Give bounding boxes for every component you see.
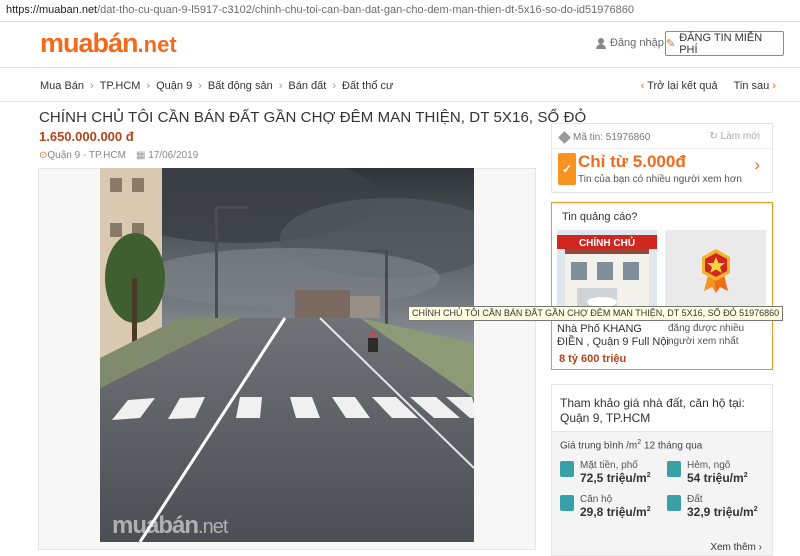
breadcrumb-item[interactable]: Bất động sản xyxy=(208,80,273,92)
breadcrumb-item[interactable]: Đất thổ cư xyxy=(342,80,393,92)
refresh-link[interactable]: ↻ Làm mới xyxy=(709,131,760,142)
chevron-right-icon: › xyxy=(278,80,283,92)
chevron-right-icon: › xyxy=(769,80,776,92)
chevron-right-icon: › xyxy=(90,80,94,92)
title-tooltip: CHÍNH CHỦ TÔI CẦN BÁN ĐẤT GẦN CHỢ ĐÊM MA… xyxy=(408,306,784,321)
apartment-icon xyxy=(560,495,574,511)
breadcrumb-item[interactable]: TP.HCM xyxy=(100,80,141,92)
avg-price-label: Giá trung bình /m2 12 tháng qua xyxy=(560,439,703,452)
price-ref-heading: Tham khảo giá nhà đất, căn hộ tại: xyxy=(560,396,745,410)
promo-price[interactable]: Chỉ từ 5.000đ xyxy=(578,152,686,172)
stat-alley[interactable]: Hẻm, ngõ 54 triệu/m2 xyxy=(667,460,767,488)
price-ref-place: Quận 9, TP.HCM xyxy=(560,411,651,425)
login-link[interactable]: Đăng nhập xyxy=(596,37,664,49)
chevron-right-icon: › xyxy=(198,80,202,92)
chevron-right-icon: › xyxy=(755,542,762,553)
refresh-icon: ↻ xyxy=(709,131,721,142)
divider xyxy=(552,148,772,149)
breadcrumb: Mua Bán › TP.HCM › Quận 9 › Bất động sản › B… xyxy=(0,69,800,102)
shop-icon xyxy=(560,461,574,477)
ads-box: Tin quảng cáo? CHÍNH CHỦ Nhà Phố KHANG Đ… xyxy=(551,202,773,370)
ad-image-medal[interactable] xyxy=(665,230,766,310)
promo-subtitle: Tin của bạn có nhiều người xem hơn xyxy=(578,174,742,185)
logo-suffix: .net xyxy=(137,32,177,57)
price-stats-panel: Giá trung bình /m2 12 tháng qua Mặt tiền… xyxy=(552,431,772,555)
breadcrumb-item[interactable]: Quận 9 xyxy=(156,80,192,92)
bookmark-icon: ✓ xyxy=(558,153,576,185)
post-button-label: ĐĂNG TIN MIỄN PHÍ xyxy=(679,31,763,56)
address-bar[interactable]: https://muaban.net/dat-tho-cu-quan-9-l59… xyxy=(0,0,800,22)
breadcrumb-item[interactable]: Bán đất xyxy=(288,80,326,92)
login-label: Đăng nhập xyxy=(610,37,664,49)
listing-id: Mã tin: 51976860 xyxy=(558,131,650,144)
ad1-title-line1[interactable]: Nhà Phố KHANG xyxy=(557,323,642,335)
ad1-title-line2[interactable]: ĐIỀN , Quận 9 Full Nội xyxy=(557,336,669,348)
tag-icon xyxy=(558,131,571,144)
listing-location: ⊙Quận 9 - TP.HCM xyxy=(39,150,126,161)
stat-apartment[interactable]: Căn hộ 29,8 triệu/m2 xyxy=(560,494,660,522)
next-label: Tin sau xyxy=(733,80,770,92)
listing-photo[interactable] xyxy=(100,168,474,542)
next-listing-link[interactable]: Tin sau › xyxy=(734,80,776,92)
listing-date: ▦ 17/06/2019 xyxy=(135,150,199,161)
pencil-icon: ✎ xyxy=(666,38,676,50)
ad2-text-line1[interactable]: đăng được nhiều xyxy=(668,323,744,334)
back-to-results-link[interactable]: ‹ Trở lại kết quả xyxy=(641,80,718,92)
chevron-right-icon[interactable]: › xyxy=(754,155,760,175)
logo-main: muabán xyxy=(40,28,139,58)
price-reference-box: Tham khảo giá nhà đất, căn hộ tại: Quận … xyxy=(551,384,773,556)
photo-watermark: muabán.net xyxy=(112,512,228,539)
medal-icon xyxy=(701,249,730,293)
back-label: Trở lại kết quả xyxy=(647,80,718,92)
ads-heading: Tin quảng cáo? xyxy=(562,211,638,223)
user-icon xyxy=(596,37,606,49)
land-icon xyxy=(667,495,681,511)
listing-meta: ⊙Quận 9 - TP.HCM ▦ 17/06/2019 xyxy=(39,150,198,161)
listing-title: CHÍNH CHỦ TÔI CẦN BÁN ĐẤT GẦN CHỢ ĐÊM MA… xyxy=(39,109,587,126)
see-more-link[interactable]: Xem thêm › xyxy=(710,542,762,553)
stat-street-front[interactable]: Mặt tiền, phố 72,5 triệu/m2 xyxy=(560,460,660,488)
url-path: /dat-tho-cu-quan-9-l5917-c3102/chinh-chu… xyxy=(97,4,634,16)
listing-id-box: Mã tin: 51976860 ↻ Làm mới ✓ Chỉ từ 5.00… xyxy=(551,123,773,193)
calendar-icon: ▦ xyxy=(135,150,149,161)
ad2-text-line2[interactable]: người xem nhất xyxy=(668,336,739,347)
site-header: muabán.net Đăng nhập ✎ ĐĂNG TIN MIỄN PHÍ xyxy=(0,22,800,68)
stat-land[interactable]: Đất 32,9 triệu/m2 xyxy=(667,494,767,522)
url-host: https://muaban.net xyxy=(6,4,98,16)
alley-icon xyxy=(667,461,681,477)
breadcrumb-item[interactable]: Mua Bán xyxy=(40,80,84,92)
chevron-right-icon: › xyxy=(332,80,336,92)
chevron-right-icon: › xyxy=(146,80,151,92)
post-free-listing-button[interactable]: ✎ ĐĂNG TIN MIỄN PHÍ xyxy=(665,31,784,56)
ad-image-house[interactable]: CHÍNH CHỦ xyxy=(557,230,657,310)
site-logo[interactable]: muabán.net xyxy=(40,28,177,59)
listing-price: 1.650.000.000 đ xyxy=(39,129,134,144)
ad-badge-text: CHÍNH CHỦ xyxy=(579,236,635,249)
ad1-price: 8 tỷ 600 triệu xyxy=(559,353,627,365)
